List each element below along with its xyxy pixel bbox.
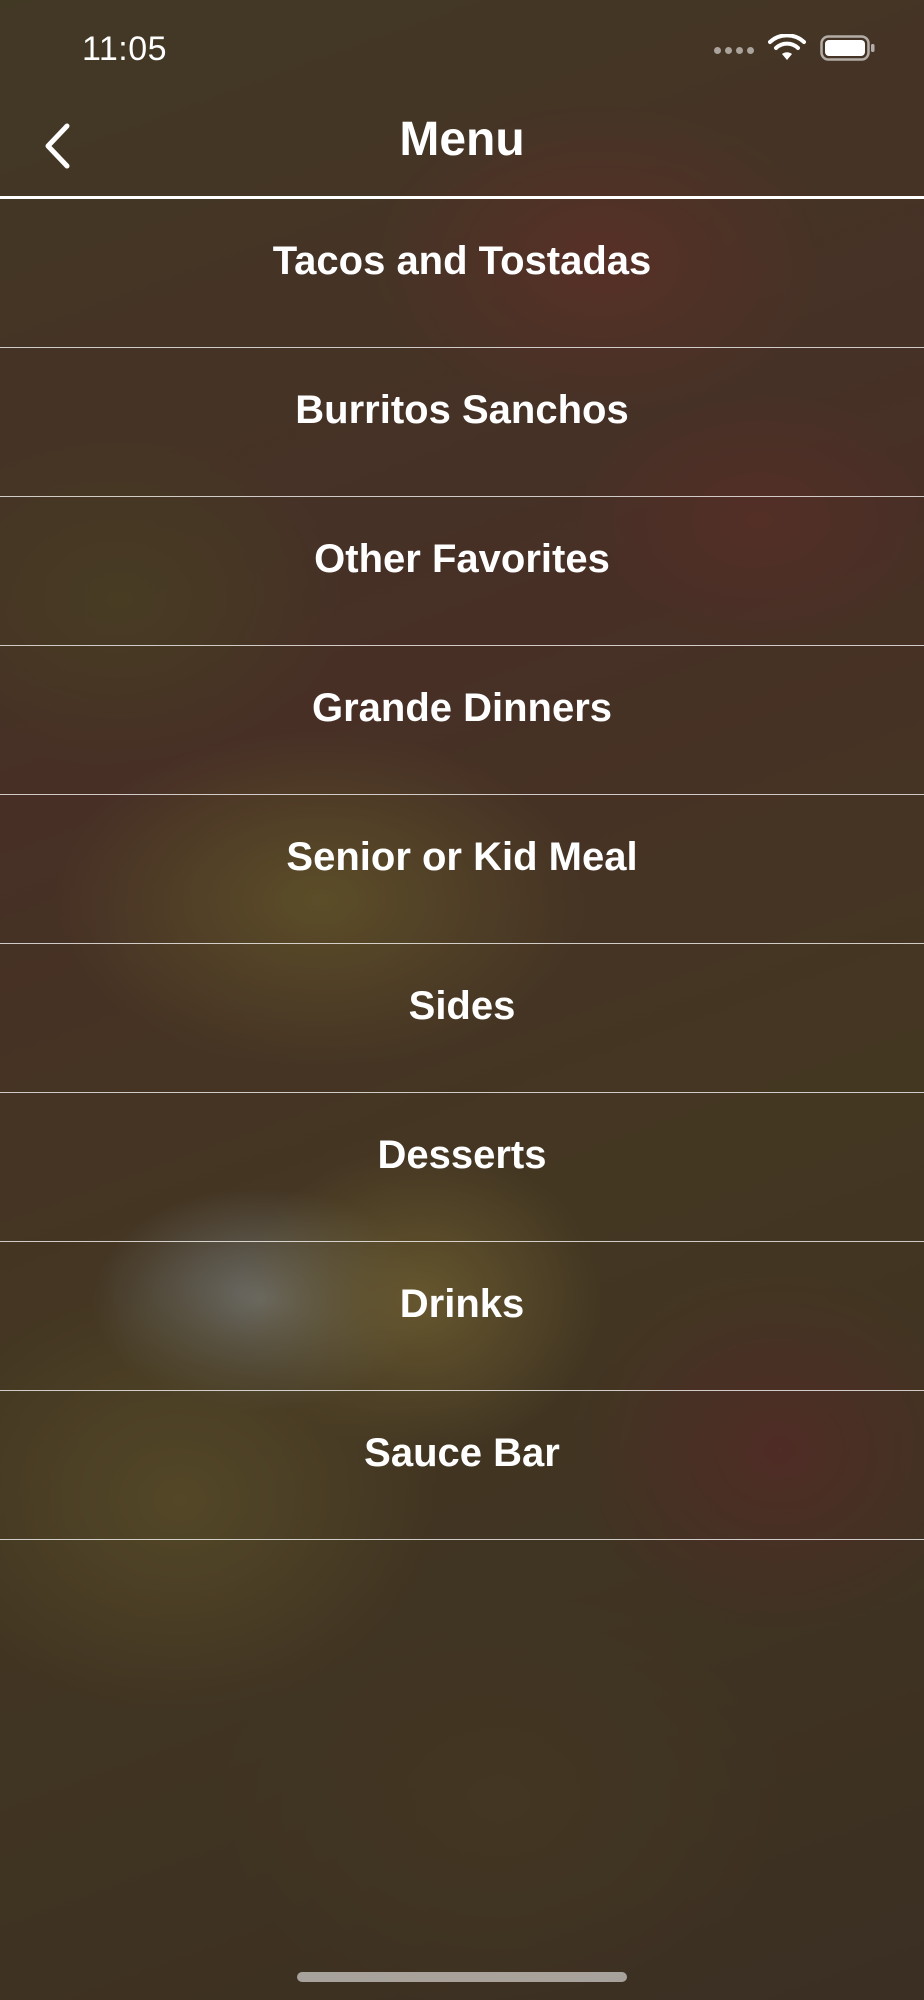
menu-item-label: Drinks xyxy=(399,1281,525,1326)
status-icons xyxy=(714,33,876,67)
menu-item-label: Senior or Kid Meal xyxy=(286,834,638,879)
battery-icon xyxy=(820,34,876,67)
menu-item-burritos-sanchos[interactable]: Burritos Sanchos xyxy=(0,348,924,497)
menu-category-list: Tacos and Tostadas Burritos Sanchos Othe… xyxy=(0,199,924,1540)
menu-item-other-favorites[interactable]: Other Favorites xyxy=(0,497,924,646)
menu-item-label: Sauce Bar xyxy=(364,1430,560,1475)
menu-item-label: Other Favorites xyxy=(314,536,610,581)
signal-dots-icon xyxy=(714,47,754,54)
menu-item-label: Grande Dinners xyxy=(311,685,613,730)
home-indicator xyxy=(297,1972,627,1982)
navigation-bar: Menu xyxy=(0,100,924,196)
menu-item-label: Sides xyxy=(408,983,516,1028)
menu-item-sides[interactable]: Sides xyxy=(0,944,924,1093)
menu-item-tacos-and-tostadas[interactable]: Tacos and Tostadas xyxy=(0,199,924,348)
status-time: 11:05 xyxy=(82,30,168,68)
status-bar: 11:05 xyxy=(0,0,924,100)
wifi-icon xyxy=(768,33,806,67)
menu-item-label: Desserts xyxy=(377,1132,547,1177)
menu-item-drinks[interactable]: Drinks xyxy=(0,1242,924,1391)
menu-item-grande-dinners[interactable]: Grande Dinners xyxy=(0,646,924,795)
page-title: Menu xyxy=(399,113,525,166)
menu-item-senior-or-kid-meal[interactable]: Senior or Kid Meal xyxy=(0,795,924,944)
menu-item-desserts[interactable]: Desserts xyxy=(0,1093,924,1242)
menu-item-label: Tacos and Tostadas xyxy=(272,238,652,283)
menu-item-label: Burritos Sanchos xyxy=(295,387,629,432)
menu-item-sauce-bar[interactable]: Sauce Bar xyxy=(0,1391,924,1540)
